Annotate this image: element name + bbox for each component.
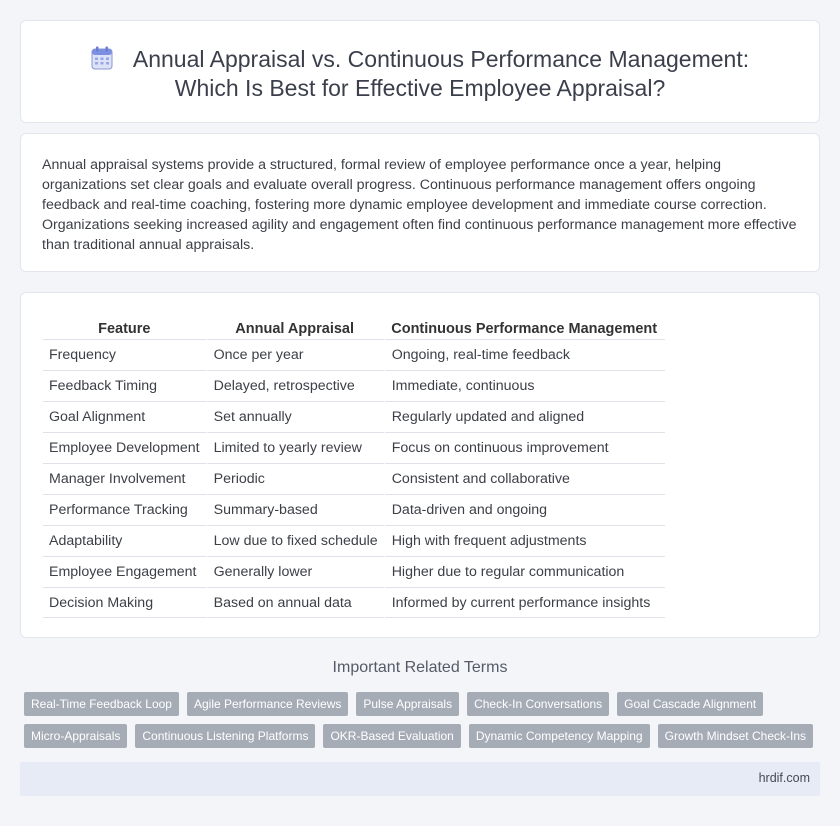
cell-feature: Feedback Timing [43,370,206,401]
table-row: Employee Engagement Generally lower High… [43,556,665,587]
cell-continuous: Consistent and collaborative [383,463,665,494]
footer: hrdif.com [20,762,820,796]
cell-annual: Summary-based [205,494,384,525]
cell-continuous: High with frequent adjustments [383,525,665,556]
table-row: Performance Tracking Summary-based Data-… [43,494,665,525]
table-row: Adaptability Low due to fixed schedule H… [43,525,665,556]
tag-check-in-conversations[interactable]: Check-In Conversations [467,692,610,716]
cell-feature: Decision Making [43,587,206,618]
table-row: Employee Development Limited to yearly r… [43,432,665,463]
footer-site-link[interactable]: hrdif.com [759,771,810,785]
table-row: Decision Making Based on annual data Inf… [43,587,665,618]
comparison-card: Feature Annual Appraisal Continuous Perf… [20,292,820,638]
cell-feature: Employee Development [43,432,206,463]
cell-continuous: Informed by current performance insights [383,587,665,618]
cell-annual: Based on annual data [205,587,384,618]
tag-pulse-appraisals[interactable]: Pulse Appraisals [356,692,460,716]
cell-feature: Frequency [43,339,206,370]
table-row: Feedback Timing Delayed, retrospective I… [43,370,665,401]
calendar-icon [91,46,113,70]
related-terms-heading: Important Related Terms [332,659,508,676]
cell-annual: Delayed, retrospective [205,370,384,401]
table-row: Goal Alignment Set annually Regularly up… [43,401,665,432]
tag-continuous-listening-platforms[interactable]: Continuous Listening Platforms [135,724,316,748]
tag-dynamic-competency-mapping[interactable]: Dynamic Competency Mapping [468,724,650,748]
tag-okr-based-evaluation[interactable]: OKR-Based Evaluation [323,724,461,748]
table-row: Frequency Once per year Ongoing, real-ti… [43,339,665,370]
cell-annual: Set annually [205,401,384,432]
cell-continuous: Immediate, continuous [383,370,665,401]
cell-continuous: Data-driven and ongoing [383,494,665,525]
cell-feature: Goal Alignment [43,401,206,432]
intro-card: Annual appraisal systems provide a struc… [20,133,820,272]
column-header-feature: Feature [98,320,151,337]
cell-continuous: Focus on continuous improvement [383,432,665,463]
intro-paragraph: Annual appraisal systems provide a struc… [42,157,797,253]
cell-annual: Low due to fixed schedule [205,525,384,556]
title-line-2: Which Is Best for Effective Employee App… [174,75,666,101]
cell-feature: Adaptability [43,525,206,556]
cell-feature: Performance Tracking [43,494,206,525]
related-terms-row: Micro-Appraisals Continuous Listening Pl… [24,724,824,748]
title-card: Annual Appraisal vs. Continuous Performa… [20,20,820,123]
cell-feature: Employee Engagement [43,556,206,587]
cell-feature: Manager Involvement [43,463,206,494]
page-title: Annual Appraisal vs. Continuous Performa… [21,45,819,103]
related-terms-row: Real-Time Feedback Loop Agile Performanc… [24,692,824,716]
column-header-continuous: Continuous Performance Management [391,320,658,337]
cell-continuous: Higher due to regular communication [383,556,665,587]
tag-growth-mindset-check-ins[interactable]: Growth Mindset Check-Ins [657,724,813,748]
table-row: Manager Involvement Periodic Consistent … [43,463,665,494]
tag-goal-cascade-alignment[interactable]: Goal Cascade Alignment [617,692,764,716]
cell-continuous: Ongoing, real-time feedback [383,339,665,370]
column-header-annual: Annual Appraisal [235,320,355,337]
table-header-row: Feature Annual Appraisal Continuous Perf… [43,314,665,339]
cell-annual: Limited to yearly review [205,432,384,463]
tag-agile-performance-reviews[interactable]: Agile Performance Reviews [186,692,349,716]
cell-continuous: Regularly updated and aligned [383,401,665,432]
title-line-1: Annual Appraisal vs. Continuous Performa… [132,46,750,72]
cell-annual: Once per year [205,339,384,370]
tag-real-time-feedback-loop[interactable]: Real-Time Feedback Loop [24,692,179,716]
cell-annual: Generally lower [205,556,384,587]
comparison-table: Feature Annual Appraisal Continuous Perf… [43,314,665,618]
cell-annual: Periodic [205,463,384,494]
tag-micro-appraisals[interactable]: Micro-Appraisals [24,724,128,748]
